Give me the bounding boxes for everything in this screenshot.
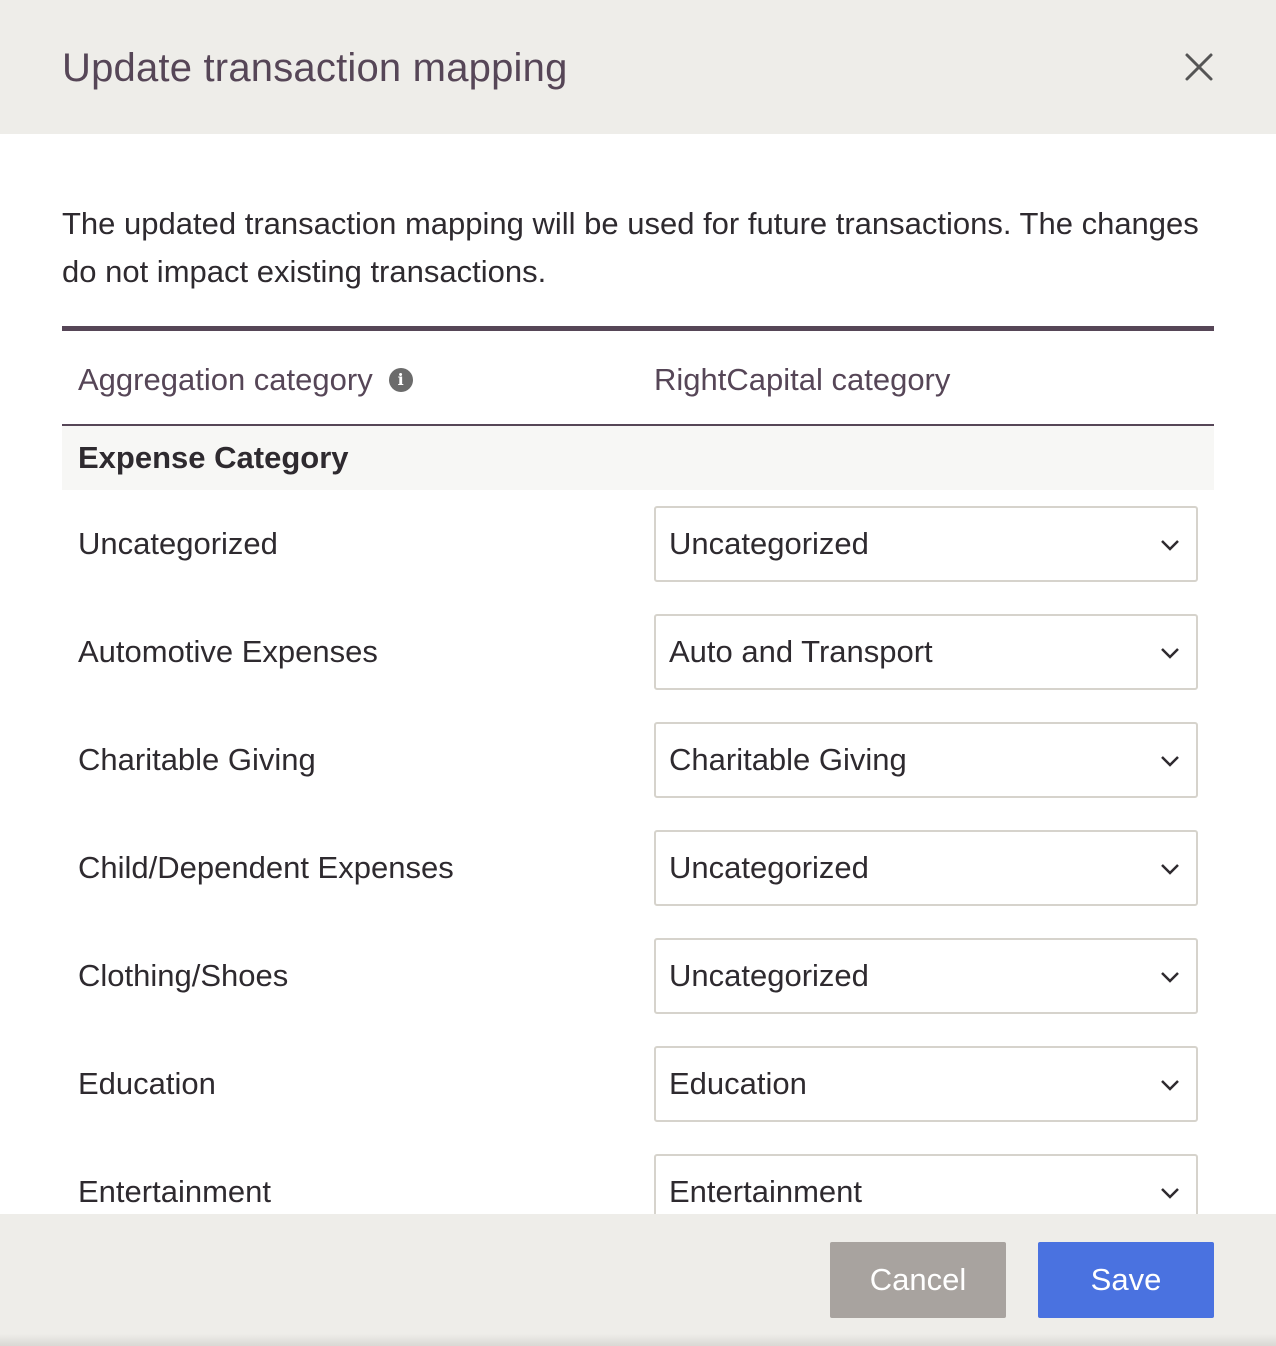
column-header-aggregation-label: Aggregation category xyxy=(78,362,373,397)
select-value: Uncategorized xyxy=(669,850,869,885)
table-row: Automotive Expenses Auto and Transport xyxy=(0,614,1276,722)
close-icon xyxy=(1185,53,1213,81)
aggregation-category-label: Uncategorized xyxy=(78,526,278,561)
aggregation-category-label: Entertainment xyxy=(78,1174,271,1209)
save-button[interactable]: Save xyxy=(1038,1242,1214,1318)
table-row: Education Education xyxy=(0,1046,1276,1154)
aggregation-category-label: Education xyxy=(78,1066,216,1101)
footer-shadow xyxy=(0,1334,1276,1346)
select-value: Education xyxy=(669,1066,807,1101)
select-value: Auto and Transport xyxy=(669,634,933,669)
rightcapital-category-select[interactable]: Education xyxy=(654,1046,1198,1122)
chevron-down-icon xyxy=(1161,864,1179,875)
mapping-rows: Uncategorized Uncategorized Automotive E… xyxy=(0,506,1276,1262)
chevron-down-icon xyxy=(1161,756,1179,767)
table-row: Uncategorized Uncategorized xyxy=(0,506,1276,614)
rightcapital-category-select[interactable]: Uncategorized xyxy=(654,830,1198,906)
chevron-down-icon xyxy=(1161,1188,1179,1199)
select-value: Charitable Giving xyxy=(669,742,907,777)
group-label: Expense Category xyxy=(78,440,349,475)
cancel-button[interactable]: Cancel xyxy=(830,1242,1006,1318)
rightcapital-category-select[interactable]: Uncategorized xyxy=(654,506,1198,582)
info-icon[interactable]: i xyxy=(388,368,413,392)
table-row: Child/Dependent Expenses Uncategorized xyxy=(0,830,1276,938)
rightcapital-category-select[interactable]: Charitable Giving xyxy=(654,722,1198,798)
rightcapital-category-select[interactable]: Auto and Transport xyxy=(654,614,1198,690)
dialog-header: Update transaction mapping xyxy=(0,0,1276,134)
chevron-down-icon xyxy=(1161,540,1179,551)
close-button[interactable] xyxy=(1178,46,1220,88)
dialog-description: The updated transaction mapping will be … xyxy=(62,206,1199,289)
table-row: Clothing/Shoes Uncategorized xyxy=(0,938,1276,1046)
table-row: Charitable Giving Charitable Giving xyxy=(0,722,1276,830)
column-header-aggregation: Aggregation category i xyxy=(78,360,413,400)
select-value: Uncategorized xyxy=(669,526,869,561)
aggregation-category-label: Child/Dependent Expenses xyxy=(78,850,454,885)
column-header-rightcapital: RightCapital category xyxy=(654,360,950,400)
select-value: Entertainment xyxy=(669,1174,862,1209)
select-value: Uncategorized xyxy=(669,958,869,993)
chevron-down-icon xyxy=(1161,972,1179,983)
chevron-down-icon xyxy=(1161,1080,1179,1091)
table-top-divider xyxy=(62,326,1214,331)
column-header-rightcapital-label: RightCapital category xyxy=(654,362,951,397)
aggregation-category-label: Clothing/Shoes xyxy=(78,958,289,993)
group-row: Expense Category xyxy=(62,426,1214,490)
aggregation-category-label: Charitable Giving xyxy=(78,742,316,777)
aggregation-category-label: Automotive Expenses xyxy=(78,634,378,669)
dialog-title: Update transaction mapping xyxy=(62,46,568,90)
update-mapping-dialog: Update transaction mapping The updated t… xyxy=(0,0,1276,1346)
dialog-footer: Cancel Save xyxy=(0,1214,1276,1346)
chevron-down-icon xyxy=(1161,648,1179,659)
rightcapital-category-select[interactable]: Uncategorized xyxy=(654,938,1198,1014)
